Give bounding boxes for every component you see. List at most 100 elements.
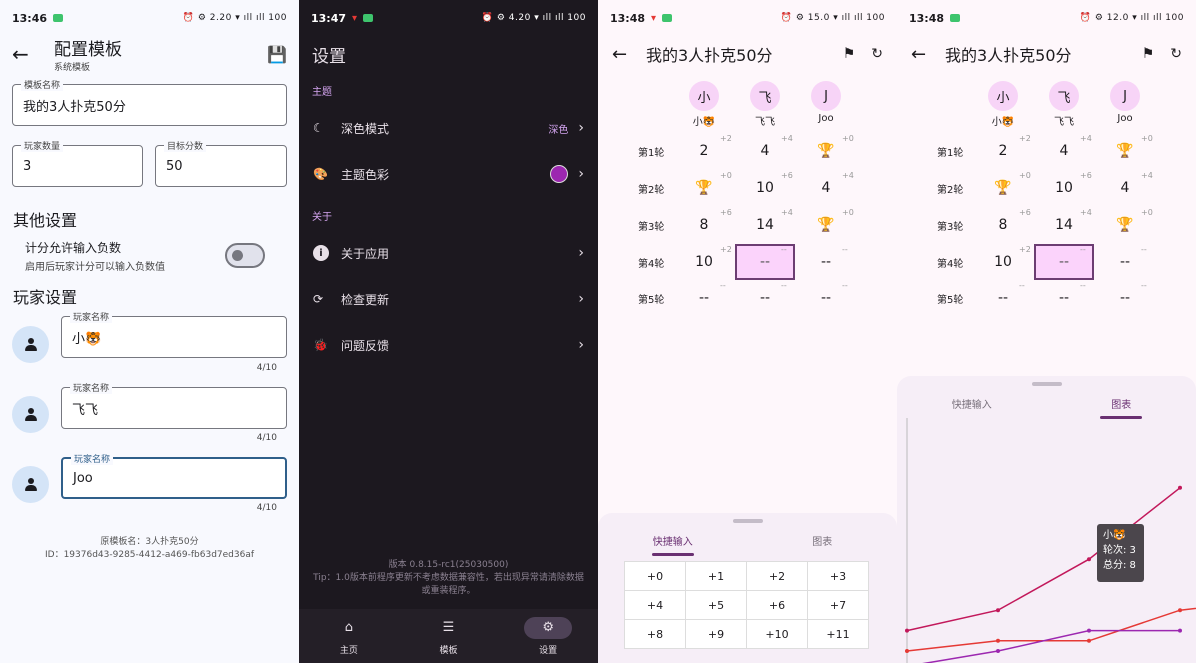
- back-arrow-icon[interactable]: ←: [612, 44, 646, 65]
- round-label: 第5轮: [937, 295, 964, 306]
- quick-add-button[interactable]: +8: [625, 620, 686, 649]
- avatar: [12, 466, 49, 503]
- char-counter: 4/10: [256, 363, 277, 373]
- update-icon: ⟳: [313, 292, 324, 306]
- player-header: J Joo: [806, 81, 846, 124]
- template-name-field[interactable]: 模板名称 我的3人扑克50分: [12, 78, 287, 126]
- player-settings-heading: 玩家设置: [13, 288, 78, 307]
- nav-templates[interactable]: ☰ 模板: [399, 609, 499, 663]
- data-point[interactable]: [1178, 628, 1182, 633]
- score-delta: --: [1080, 245, 1086, 254]
- player-name: Joo: [1117, 113, 1133, 124]
- player-name-field-3[interactable]: 玩家名称 Joo: [61, 452, 287, 499]
- chevron-right-icon: ›: [578, 120, 584, 136]
- player-name-value: 飞飞: [72, 402, 99, 418]
- sheet-handle[interactable]: [1031, 382, 1062, 386]
- quick-add-button[interactable]: +3: [808, 562, 869, 591]
- status-bar: 13:48 ▾ ⏰ ⚙ 15.0 ▾ ıll ıll 100: [598, 0, 897, 36]
- quick-add-button[interactable]: +9: [686, 620, 747, 649]
- status-icons: ⏰ ⚙ 12.0 ▾ ıll ıll 100: [1079, 13, 1184, 23]
- tab-chart[interactable]: 图表: [1047, 396, 1196, 419]
- back-arrow-icon[interactable]: ←: [12, 42, 44, 66]
- quick-add-button[interactable]: +1: [686, 562, 747, 591]
- char-counter: 4/10: [256, 503, 277, 513]
- game-screen-quick-input: 13:48 ▾ ⏰ ⚙ 15.0 ▾ ıll ıll 100 ← 我的3人扑克50…: [598, 0, 897, 663]
- bug-icon: 🐞: [313, 338, 328, 352]
- reset-icon[interactable]: ↻: [1170, 46, 1182, 62]
- feedback-item[interactable]: 🐞 问题反馈 ›: [299, 323, 598, 367]
- quick-add-button[interactable]: +5: [686, 591, 747, 620]
- data-point[interactable]: [1087, 628, 1091, 633]
- data-point[interactable]: [996, 638, 1000, 643]
- player-count-field[interactable]: 玩家数量 3: [12, 139, 143, 187]
- dark-mode-item[interactable]: ☾ 深色模式 深色 ›: [299, 106, 598, 150]
- player-name-label: 玩家名称: [70, 310, 113, 323]
- theme-color-item[interactable]: 🎨 主题色彩 ›: [299, 152, 598, 196]
- data-point[interactable]: [996, 608, 1000, 613]
- score-delta: +4: [1080, 134, 1092, 143]
- target-score-label: 目标分数: [164, 139, 207, 152]
- player-count-label: 玩家数量: [21, 139, 64, 152]
- save-icon[interactable]: 💾: [267, 45, 287, 64]
- data-point[interactable]: [996, 649, 1000, 653]
- nav-settings[interactable]: ⚙ 设置: [498, 609, 598, 663]
- round-label: 第3轮: [937, 222, 964, 233]
- back-arrow-icon[interactable]: ←: [911, 44, 945, 65]
- player-name-value: Joo: [73, 470, 93, 486]
- data-point[interactable]: [1178, 485, 1182, 490]
- player-header: J Joo: [1105, 81, 1145, 124]
- tab-chart[interactable]: 图表: [748, 533, 898, 556]
- player-name-field-1[interactable]: 玩家名称 小🐯: [61, 310, 287, 358]
- flag-icon[interactable]: ⚑: [1142, 46, 1155, 62]
- bottom-navigation: ⌂ 主页 ☰ 模板 ⚙ 设置: [299, 609, 598, 663]
- nav-home[interactable]: ⌂ 主页: [299, 609, 399, 663]
- notification-icon: ▾: [352, 12, 358, 24]
- player-name-field-2[interactable]: 玩家名称 飞飞: [61, 381, 287, 429]
- score-delta: +6: [720, 208, 732, 217]
- score-delta: --: [842, 281, 848, 290]
- check-update-item[interactable]: ⟳ 检查更新 ›: [299, 277, 598, 321]
- player-avatar: 小: [988, 81, 1018, 111]
- game-screen-chart: 13:48 ⏰ ⚙ 12.0 ▾ ıll ıll 100 ← 我的3人扑克50分…: [897, 0, 1196, 663]
- quick-add-button[interactable]: +11: [808, 620, 869, 649]
- theme-color-label: 主题色彩: [341, 167, 390, 182]
- data-point[interactable]: [905, 649, 909, 653]
- negative-input-toggle[interactable]: [225, 243, 265, 268]
- reset-icon[interactable]: ↻: [871, 46, 883, 62]
- moon-icon: ☾: [313, 121, 324, 135]
- quick-add-button[interactable]: +4: [625, 591, 686, 620]
- status-time: 13:48: [610, 11, 646, 25]
- player-header: 小小🐯: [983, 81, 1023, 128]
- color-swatch: [550, 165, 569, 183]
- about-app-item[interactable]: i 关于应用 ›: [299, 231, 598, 275]
- round-label: 第2轮: [937, 185, 964, 196]
- data-point[interactable]: [1178, 608, 1182, 613]
- notification-icon: [950, 14, 961, 22]
- tab-quick-input[interactable]: 快捷输入: [598, 533, 748, 556]
- data-point[interactable]: [1087, 638, 1091, 643]
- flag-icon[interactable]: ⚑: [843, 46, 856, 62]
- data-point[interactable]: [905, 628, 909, 633]
- check-update-label: 检查更新: [341, 292, 390, 307]
- list-icon: ☰: [442, 620, 455, 635]
- sheet-handle[interactable]: [732, 519, 763, 523]
- quick-add-button[interactable]: +10: [747, 620, 808, 649]
- tip-text: Tip：1.0版本前程序更新不考虑数据兼容性，若出现异常请清除数据或重装程序。: [313, 573, 584, 596]
- score-delta: +0: [720, 171, 732, 180]
- quick-input-grid: +0 +1 +2 +3 +4 +5 +6 +7 +8 +9 +10 +11: [624, 561, 869, 649]
- quick-add-button[interactable]: +6: [747, 591, 808, 620]
- data-point[interactable]: [1087, 557, 1091, 562]
- quick-add-button[interactable]: +0: [625, 562, 686, 591]
- target-score-field[interactable]: 目标分数 50: [155, 139, 287, 187]
- score-delta: +0: [1141, 208, 1153, 217]
- score-delta: +6: [781, 171, 793, 180]
- quick-add-button[interactable]: +7: [808, 591, 869, 620]
- status-icons: ⏰ ⚙ 4.20 ▾ ıll ıll 100: [481, 13, 586, 23]
- app-bar: ← 我的3人扑克50分 ⚑ ↻: [598, 36, 897, 72]
- score-delta: +4: [842, 171, 854, 180]
- tab-quick-input[interactable]: 快捷输入: [897, 396, 1047, 419]
- score-delta: +2: [720, 134, 732, 143]
- quick-add-button[interactable]: +2: [747, 562, 808, 591]
- status-time: 13:46: [12, 11, 48, 25]
- round-label: 第2轮: [638, 185, 665, 196]
